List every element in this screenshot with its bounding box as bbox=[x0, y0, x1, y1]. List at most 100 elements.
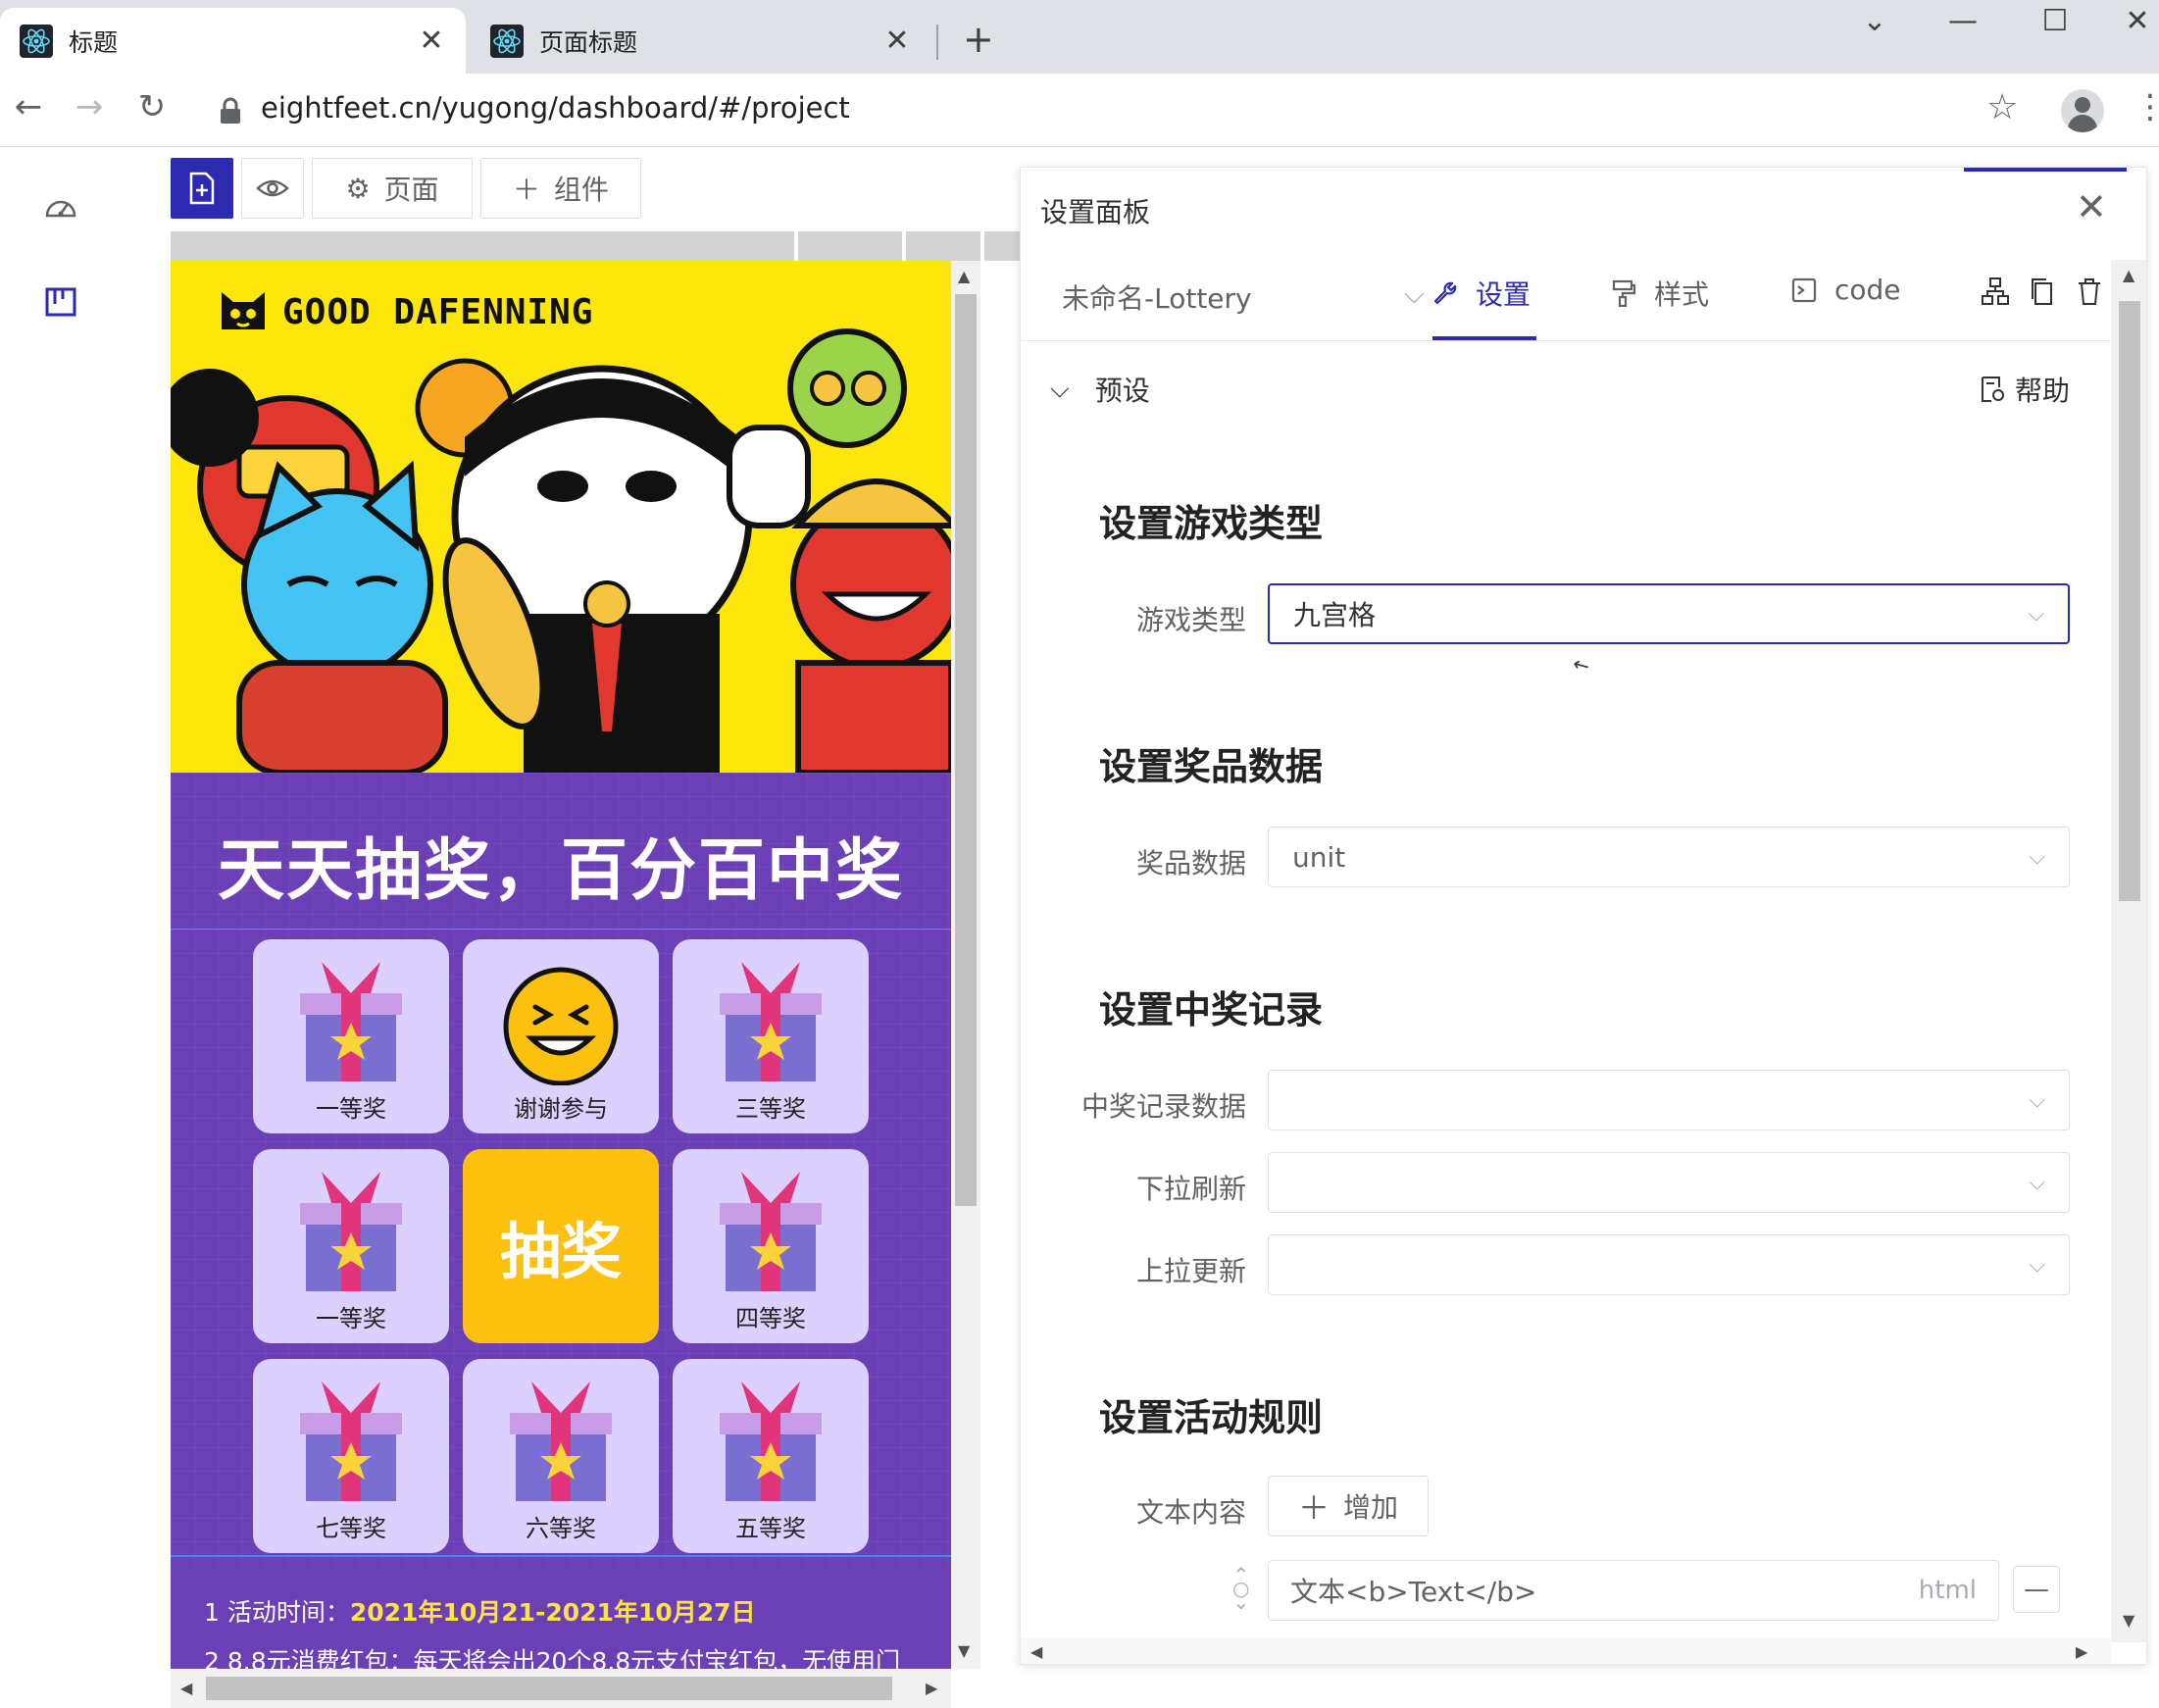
prize-cell[interactable]: 三等奖 bbox=[673, 939, 869, 1133]
gift-icon bbox=[300, 1172, 402, 1291]
reload-icon[interactable]: ↻ bbox=[129, 87, 175, 126]
scroll-left-arrow-icon[interactable]: ◀ bbox=[180, 1679, 192, 1697]
new-page-button[interactable] bbox=[171, 158, 233, 219]
html-suffix: html bbox=[1918, 1576, 1977, 1605]
maximize-button[interactable]: ☐ bbox=[2026, 4, 2084, 38]
tab-style[interactable]: 样式 bbox=[1611, 274, 1709, 313]
forward-arrow-icon[interactable]: → bbox=[67, 87, 112, 126]
game-type-select[interactable]: 九宫格 ⌵ bbox=[1268, 583, 2070, 644]
records-data-select[interactable]: ⌵ bbox=[1268, 1070, 2070, 1130]
panel-horizontal-scrollbar[interactable]: ◀ ▶ bbox=[1021, 1638, 2111, 1664]
close-window-button[interactable]: ✕ bbox=[2108, 4, 2159, 38]
pull-down-refresh-label: 下拉刷新 bbox=[1135, 1173, 1246, 1205]
bookmark-star-icon[interactable]: ☆ bbox=[1986, 87, 2018, 127]
pull-down-refresh-select[interactable]: ⌵ bbox=[1268, 1152, 2070, 1213]
prize-label: 六等奖 bbox=[526, 1515, 596, 1542]
canvas-vertical-scrollbar[interactable]: ▲ ▼ bbox=[951, 261, 980, 1669]
copy-icon[interactable] bbox=[2027, 276, 2058, 307]
tab-search-icon[interactable]: ⌄ bbox=[1845, 4, 1904, 38]
gift-icon bbox=[300, 1381, 402, 1501]
trash-icon[interactable] bbox=[2074, 276, 2105, 307]
canvas-ruler bbox=[798, 231, 902, 261]
help-label: 帮助 bbox=[2015, 375, 2071, 407]
minimize-button[interactable]: — bbox=[1933, 4, 1992, 38]
component-name: 未命名-Lottery bbox=[1062, 282, 1252, 315]
tab-title: 标题 bbox=[69, 27, 119, 57]
gift-icon bbox=[720, 1172, 822, 1291]
panel-vertical-scrollbar[interactable]: ▲ ▼ bbox=[2111, 260, 2146, 1642]
remove-text-button[interactable]: — bbox=[2013, 1566, 2060, 1613]
scrollbar-thumb[interactable] bbox=[955, 294, 977, 1206]
help-doc-icon bbox=[1982, 377, 2004, 402]
drag-handle-icon[interactable]: ⌃ ○ ⌄ bbox=[1232, 1565, 1249, 1612]
scroll-down-arrow-icon[interactable]: ▼ bbox=[958, 1641, 970, 1660]
group-title-game-type: 设置游戏类型 bbox=[1099, 502, 1324, 545]
close-tab-icon[interactable]: ✕ bbox=[882, 24, 912, 58]
close-tab-icon[interactable]: ✕ bbox=[417, 24, 446, 58]
lottery-grid: 一等奖 谢谢参与 三等奖 一等奖 抽奖 四等奖 七等奖 六等奖 五等奖 bbox=[171, 929, 951, 1565]
draw-button[interactable]: 抽奖 bbox=[463, 1149, 659, 1343]
project-board-icon[interactable] bbox=[43, 284, 78, 320]
banner-image[interactable]: GOOD DAFENNING bbox=[171, 261, 951, 773]
add-text-button[interactable]: ＋ 增加 bbox=[1268, 1476, 1429, 1536]
prize-data-select[interactable]: unit ⌵ bbox=[1268, 827, 2070, 887]
prize-cell[interactable]: 一等奖 bbox=[253, 1149, 449, 1343]
scroll-left-arrow-icon[interactable]: ◀ bbox=[1030, 1642, 1042, 1661]
dashboard-gauge-icon[interactable] bbox=[43, 190, 78, 226]
scroll-right-arrow-icon[interactable]: ▶ bbox=[2076, 1642, 2087, 1661]
prize-data-label: 奖品数据 bbox=[1135, 847, 1246, 879]
tab-settings[interactable]: 设置 bbox=[1432, 274, 1531, 313]
cat-logo-icon bbox=[222, 292, 265, 329]
tab-code[interactable]: code bbox=[1791, 274, 1901, 306]
hierarchy-icon[interactable] bbox=[1980, 276, 2011, 307]
prize-label: 五等奖 bbox=[735, 1515, 806, 1542]
chevron-down-icon: ⌵ bbox=[2029, 844, 2045, 870]
preview-button[interactable] bbox=[241, 158, 304, 219]
scrollbar-thumb[interactable] bbox=[2119, 301, 2140, 901]
lock-icon[interactable] bbox=[218, 97, 243, 125]
scroll-down-arrow-icon[interactable]: ▼ bbox=[2123, 1611, 2134, 1630]
prize-label: 七等奖 bbox=[316, 1515, 386, 1542]
prize-cell[interactable]: 谢谢参与 bbox=[463, 939, 659, 1133]
selection-outline bbox=[171, 1555, 951, 1557]
prize-label: 四等奖 bbox=[735, 1305, 806, 1332]
scroll-up-arrow-icon[interactable]: ▲ bbox=[2123, 266, 2134, 284]
page-settings-button[interactable]: ⚙ 页面 bbox=[312, 158, 473, 219]
prize-cell[interactable]: 五等奖 bbox=[673, 1359, 869, 1553]
browser-tab-active[interactable]: 标题 ✕ bbox=[0, 8, 466, 74]
rule-time-prefix: 1 活动时间： bbox=[204, 1598, 350, 1627]
tab-style-label: 样式 bbox=[1654, 278, 1710, 311]
prize-cell[interactable]: 六等奖 bbox=[463, 1359, 659, 1553]
paint-roller-icon bbox=[1612, 279, 1636, 307]
tab-code-label: code bbox=[1834, 274, 1901, 306]
new-tab-button[interactable]: + bbox=[963, 18, 994, 61]
rule-text-input[interactable]: 文本<b>Text</b> html bbox=[1268, 1560, 1999, 1621]
component-selector[interactable]: 未命名-Lottery ⌵ bbox=[1062, 277, 1425, 317]
scroll-up-arrow-icon[interactable]: ▲ bbox=[958, 267, 970, 285]
rule-line-1: 1 活动时间：2021年10月21-2021年10月27日 bbox=[204, 1588, 918, 1637]
profile-avatar[interactable] bbox=[2061, 89, 2104, 132]
back-arrow-icon[interactable]: ← bbox=[6, 87, 51, 126]
help-link[interactable]: 帮助 bbox=[1980, 370, 2070, 409]
prize-cell[interactable]: 七等奖 bbox=[253, 1359, 449, 1553]
slogan-block[interactable]: 天天抽奖，百分百中奖 bbox=[171, 773, 951, 929]
canvas-ruler bbox=[984, 231, 1020, 261]
preset-section-header[interactable]: ⌵ 预设 bbox=[1050, 370, 1150, 409]
url-input[interactable]: eightfeet.cn/yugong/dashboard/#/project bbox=[261, 91, 850, 125]
canvas-horizontal-scrollbar[interactable]: ◀ ▶ bbox=[171, 1669, 951, 1708]
group-title-rules: 设置活动规则 bbox=[1099, 1396, 1324, 1439]
lucky-cats-illustration bbox=[171, 328, 951, 773]
prize-cell[interactable]: 一等奖 bbox=[253, 939, 449, 1133]
prize-label: 谢谢参与 bbox=[514, 1095, 608, 1123]
add-file-icon bbox=[189, 172, 215, 205]
scrollbar-thumb[interactable] bbox=[206, 1677, 892, 1700]
pull-up-update-select[interactable]: ⌵ bbox=[1268, 1234, 2070, 1295]
add-component-button[interactable]: ＋ 组件 bbox=[480, 158, 641, 219]
more-menu-icon[interactable]: ⋮ bbox=[2134, 87, 2159, 126]
browser-tab[interactable]: 页面标题 ✕ bbox=[471, 8, 931, 74]
scroll-right-arrow-icon[interactable]: ▶ bbox=[926, 1679, 937, 1697]
prize-cell[interactable]: 四等奖 bbox=[673, 1149, 869, 1343]
close-panel-icon[interactable]: ✕ bbox=[2076, 185, 2107, 228]
prize-label: 一等奖 bbox=[316, 1305, 386, 1332]
tab-settings-label: 设置 bbox=[1476, 278, 1531, 311]
